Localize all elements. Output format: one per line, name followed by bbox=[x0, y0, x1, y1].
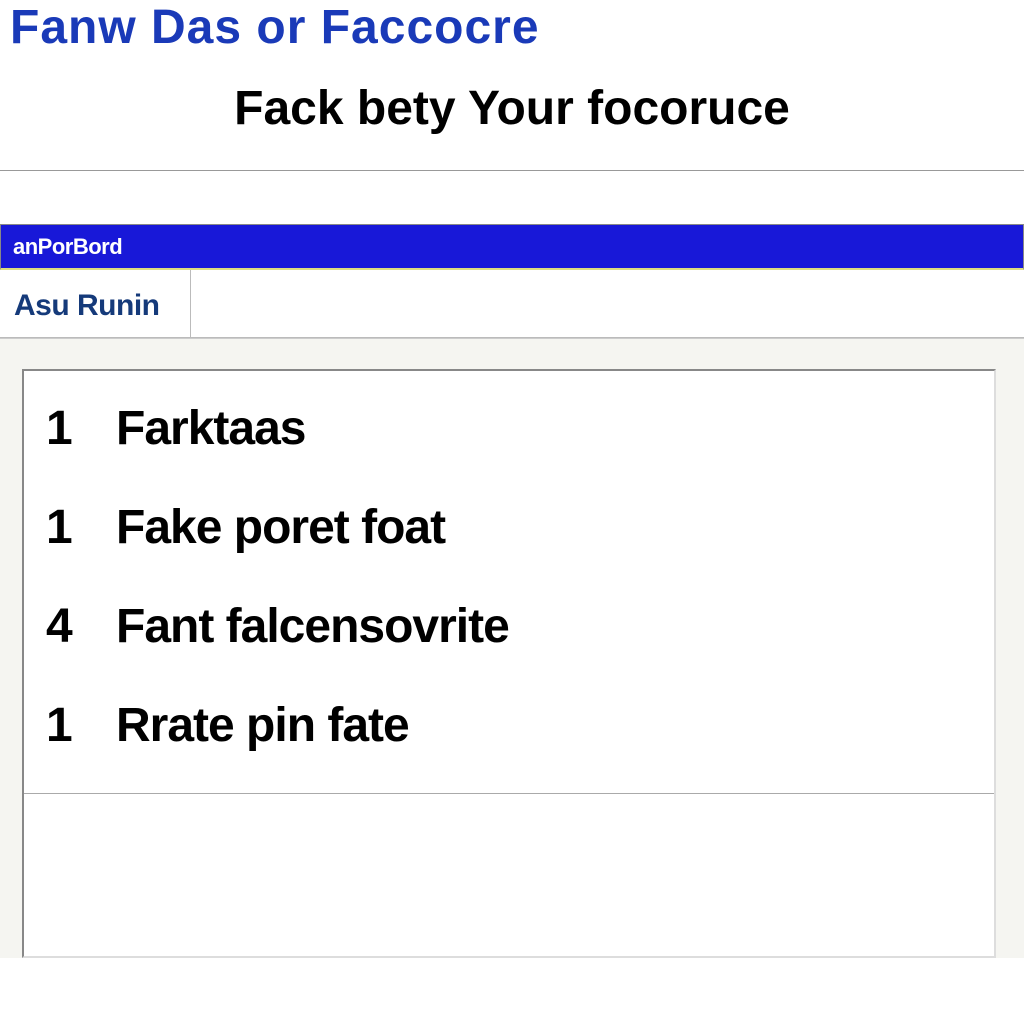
tab-label: Asu Runin bbox=[14, 289, 160, 323]
page-title-sub: Fack bety Your focoruce bbox=[0, 63, 1024, 158]
page-title-top: Fanw Das or Faccocre bbox=[0, 0, 1024, 63]
list-number: 1 bbox=[46, 401, 100, 456]
header-area: Fanw Das or Faccocre Fack bety Your foco… bbox=[0, 0, 1024, 170]
divider bbox=[0, 170, 1024, 172]
list-number: 4 bbox=[46, 599, 100, 654]
tab-strip: Asu Runin bbox=[0, 270, 1024, 338]
toolbar-selection-text: anPorBord bbox=[13, 234, 122, 260]
list-item[interactable]: 1 Fake poret foat bbox=[24, 496, 994, 567]
list-text: Rrate pin fate bbox=[116, 698, 409, 753]
list-number: 1 bbox=[46, 698, 100, 753]
list-text: Fake poret foat bbox=[116, 500, 445, 555]
list-container: 1 Farktaas 1 Fake poret foat 4 Fant falc… bbox=[22, 369, 996, 958]
divider bbox=[24, 793, 994, 794]
list-number: 1 bbox=[46, 500, 100, 555]
list-text: Farktaas bbox=[116, 401, 305, 456]
list-item[interactable]: 4 Fant falcensovrite bbox=[24, 595, 994, 666]
list-item[interactable]: 1 Rrate pin fate bbox=[24, 694, 994, 765]
list-item[interactable]: 1 Farktaas bbox=[24, 397, 994, 468]
tab-main[interactable]: Asu Runin bbox=[0, 270, 191, 337]
toolbar-selection[interactable]: anPorBord bbox=[0, 224, 1024, 270]
content-panel: 1 Farktaas 1 Fake poret foat 4 Fant falc… bbox=[0, 338, 1024, 958]
list-text: Fant falcensovrite bbox=[116, 599, 509, 654]
